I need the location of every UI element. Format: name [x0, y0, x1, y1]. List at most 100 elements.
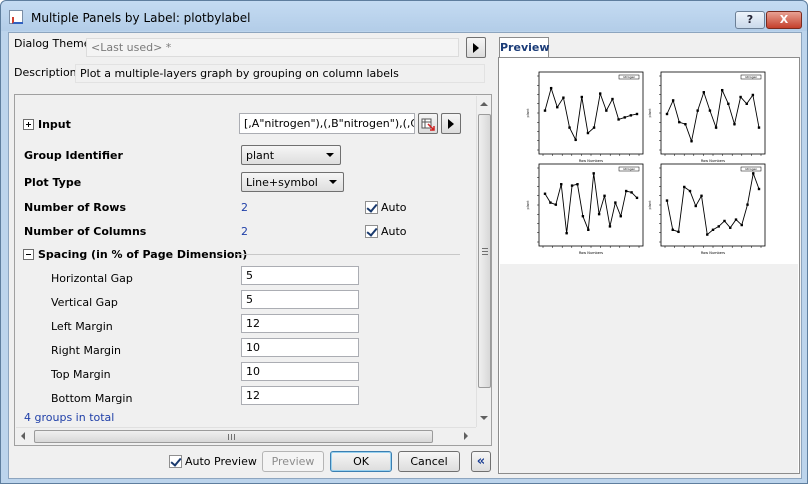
series-point: [611, 97, 614, 101]
window-title: Multiple Panels by Label: plotbylabel: [31, 11, 251, 25]
auto-preview-label: Auto Preview: [185, 455, 257, 468]
series-point: [568, 126, 571, 129]
series-point: [671, 228, 674, 231]
series-point: [599, 92, 602, 95]
series-point: [739, 95, 742, 99]
group-identifier-dropdown[interactable]: plant: [241, 145, 341, 165]
help-button[interactable]: ?: [735, 11, 765, 29]
spacing-section-label: Spacing (in % of Page Dimension): [38, 248, 248, 261]
series-point: [729, 226, 732, 229]
section-divider: [236, 254, 460, 255]
series-point: [556, 106, 559, 109]
top-margin-input[interactable]: 10: [241, 362, 359, 381]
series-point: [592, 126, 596, 129]
dialog-theme-label: Dialog Theme: [14, 37, 91, 50]
series-point: [700, 194, 703, 197]
series-point: [581, 215, 585, 218]
scroll-up-icon[interactable]: [480, 102, 488, 106]
series-point: [734, 218, 738, 221]
series-point: [580, 95, 583, 99]
dialog-body: Dialog Theme <Last used> * Description P…: [8, 32, 802, 479]
vertical-gap-input[interactable]: 5: [241, 290, 359, 309]
expand-plus-icon[interactable]: [23, 119, 34, 130]
cancel-button[interactable]: Cancel: [398, 451, 460, 472]
series-point: [549, 201, 552, 204]
legend-text: nitrogen: [745, 167, 758, 171]
collapse-minus-icon[interactable]: [23, 249, 34, 260]
description-text: Plot a multiple-layers graph by grouping…: [75, 64, 485, 83]
series-point: [554, 203, 558, 206]
ok-button[interactable]: OK: [330, 451, 392, 472]
legend-text: nitrogen: [623, 167, 636, 171]
theme-menu-button[interactable]: [466, 37, 486, 58]
series-point: [684, 123, 687, 126]
dialog-theme-field[interactable]: <Last used> *: [86, 38, 459, 57]
series-point: [757, 126, 761, 129]
x-axis-label: Row Numbers: [579, 159, 603, 163]
grip-line: [228, 434, 229, 440]
x-axis-label: Row Numbers: [701, 251, 725, 255]
vertical-scrollbar[interactable]: [476, 96, 491, 427]
series-point: [708, 109, 712, 112]
series-point: [549, 86, 553, 90]
close-button[interactable]: X: [766, 11, 802, 29]
title-bar[interactable]: Multiple Panels by Label: plotbylabel ? …: [1, 1, 807, 31]
series-point: [629, 114, 633, 117]
scroll-down-icon[interactable]: [480, 416, 488, 420]
left-margin-input[interactable]: 12: [241, 314, 359, 333]
series-line: [666, 171, 760, 236]
scroll-left-icon[interactable]: [21, 432, 25, 440]
series-point: [570, 184, 574, 187]
series-point: [565, 232, 568, 235]
series-point: [721, 89, 724, 92]
horizontal-scrollbar[interactable]: [16, 427, 476, 444]
x-axis-label: Row Numbers: [701, 159, 725, 163]
select-range-button[interactable]: [418, 113, 438, 134]
tab-preview[interactable]: Preview: [499, 37, 550, 58]
series-point: [745, 102, 748, 105]
horizontal-scroll-thumb[interactable]: [34, 430, 433, 443]
plot-type-dropdown[interactable]: Line+symbol: [241, 172, 344, 192]
series-point: [717, 225, 720, 228]
collapse-panel-button[interactable]: «: [471, 451, 491, 472]
bottom-margin-input[interactable]: 12: [241, 386, 359, 405]
x-axis-label: Row Numbers: [579, 251, 603, 255]
settings-panel: Input [,A"nitrogen"),(,B"nitrogen"),(,C"…: [14, 94, 492, 446]
input-range-field[interactable]: [,A"nitrogen"),(,B"nitrogen"),(,C"nitrc: [239, 113, 415, 134]
y-axis-label: plant: [648, 108, 652, 118]
preview-graph-svg: nitrogen Row Numbers plant nitrogen Row Numb…: [526, 71, 766, 255]
preview-empty-area: [500, 264, 798, 473]
rows-value[interactable]: 2: [241, 201, 248, 214]
series-point: [757, 187, 761, 191]
series-point: [597, 212, 601, 216]
auto-preview-checkbox[interactable]: [169, 455, 182, 468]
series-point: [690, 140, 693, 143]
series-point: [623, 116, 626, 119]
series-point: [587, 228, 590, 231]
plot-type-label: Plot Type: [24, 176, 82, 189]
columns-value[interactable]: 2: [241, 225, 248, 238]
grip-line: [482, 251, 488, 252]
series-point: [603, 194, 606, 197]
series-point: [671, 99, 675, 102]
horizontal-gap-input[interactable]: 5: [241, 266, 359, 285]
series-point: [619, 215, 622, 218]
right-margin-input[interactable]: 10: [241, 338, 359, 357]
series-point: [624, 189, 628, 193]
panel-frame: [660, 163, 766, 247]
columns-auto-label: Auto: [381, 225, 407, 238]
y-axis-label: plant: [526, 108, 530, 118]
scroll-right-icon[interactable]: [464, 432, 468, 440]
vertical-scroll-thumb[interactable]: [478, 114, 491, 388]
y-axis-label: plant: [526, 200, 530, 210]
preview-pane: nitrogen Row Numbers plant nitrogen Row Numb…: [498, 57, 800, 474]
preview-button[interactable]: Preview: [262, 451, 324, 472]
input-menu-button[interactable]: [441, 113, 461, 134]
group-identifier-label: Group Identifier: [24, 149, 123, 162]
columns-auto-checkbox[interactable]: [365, 225, 378, 238]
rows-label: Number of Rows: [24, 201, 126, 214]
rows-auto-checkbox[interactable]: [365, 201, 378, 214]
series-point: [688, 189, 692, 193]
series-point: [560, 183, 563, 186]
series-point: [665, 199, 669, 202]
